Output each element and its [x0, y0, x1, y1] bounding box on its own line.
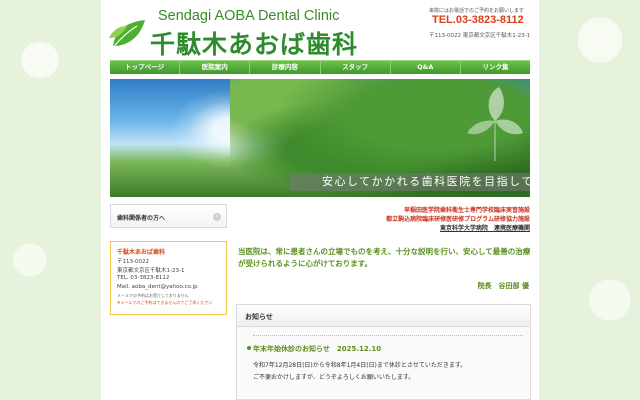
info-mail-note: メールでの予約はお受けしておりません: [117, 293, 189, 298]
news-panel: お知らせ 年末年始休診のお知らせ 2025.12.10 令和7年12月28日(日…: [236, 304, 531, 400]
dental-professionals-link[interactable]: 歯科関係者の方へ ›: [110, 204, 227, 228]
hero-banner: 安心してかかれる歯科医院を目指して: [110, 79, 530, 197]
main-navigation: トップページ 医院案内 診療内容 スタッフ Q&A リンク集: [110, 60, 530, 74]
info-tel: TEL. 03-3823-8112: [117, 275, 170, 281]
leaf-decoration-icon: [467, 87, 523, 161]
site-header: Sendagi AOBA Dental Clinic 千駄木あおば歯科 来院には…: [101, 0, 539, 61]
nav-item-staff[interactable]: スタッフ: [321, 61, 391, 74]
info-postal: 〒113-0022: [117, 259, 149, 265]
news-item-title[interactable]: 年末年始休診のお知らせ 2025.12.10: [253, 344, 381, 354]
affiliation-item: 早稲田医学院歯科衛生士専門学校臨床実習施設: [403, 207, 530, 214]
nav-item-qa[interactable]: Q&A: [391, 61, 461, 74]
affiliation-link[interactable]: 東京科学大学病院 連携医療機関: [440, 223, 530, 232]
news-heading: お知らせ: [245, 313, 273, 321]
leaf-logo-icon: [109, 20, 145, 51]
clinic-info-box: 千駄木あおば歯科 〒113-0022 東京都文京区千駄木1-23-1 TEL. …: [110, 241, 227, 315]
news-header: お知らせ: [237, 305, 530, 327]
page-container: Sendagi AOBA Dental Clinic 千駄木あおば歯科 来院には…: [101, 0, 539, 400]
nav-item-treatment[interactable]: 診療内容: [250, 61, 321, 74]
brand-name-japanese[interactable]: 千駄木あおば歯科: [150, 25, 358, 61]
header-address: 〒113-0022 東京都文京区千駄木1-23-1: [429, 33, 531, 39]
info-address: 東京都文京区千駄木1-23-1: [117, 268, 185, 274]
bullet-icon: [247, 346, 251, 350]
info-mail[interactable]: Mail. aoba_dent@yahoo.co.jp: [117, 284, 198, 290]
brand-name-english[interactable]: Sendagi AOBA Dental Clinic: [158, 8, 339, 24]
info-mail-warning: ※メールでのご予約はできませんのでご了承ください: [117, 300, 213, 305]
reservation-note: 来院にはお電話でのご予約をお願いします: [429, 8, 525, 14]
info-clinic-name: 千駄木あおば歯科: [117, 249, 166, 256]
news-item-line: 令和7年12月28日(日)から令和8年1月4日(日)まで休診とさせていただきます…: [253, 362, 467, 369]
nav-item-clinic-info[interactable]: 医院案内: [180, 61, 251, 74]
chevron-right-icon: ›: [213, 213, 221, 221]
clinic-introduction: 当医院は、常に患者さんの立場でものを考え、十分な説明を行い、安心して最善の治療が…: [238, 247, 531, 268]
dental-professionals-label: 歯科関係者の方へ: [117, 215, 166, 222]
news-item-line: ご不便おかけしますが、どうぞよろしくお願いいたします。: [253, 374, 415, 381]
phone-number: TEL.03-3823-8112: [432, 14, 524, 26]
affiliation-item: 都立駒込病院臨床研修医研修プログラム研修協力施設: [386, 216, 530, 223]
news-divider: [253, 335, 523, 336]
director-name: 院長 谷田部 優: [477, 282, 529, 290]
nav-item-links[interactable]: リンク集: [461, 61, 530, 74]
nav-item-top[interactable]: トップページ: [110, 61, 181, 74]
hero-tagline: 安心してかかれる歯科医院を目指して: [322, 175, 530, 188]
